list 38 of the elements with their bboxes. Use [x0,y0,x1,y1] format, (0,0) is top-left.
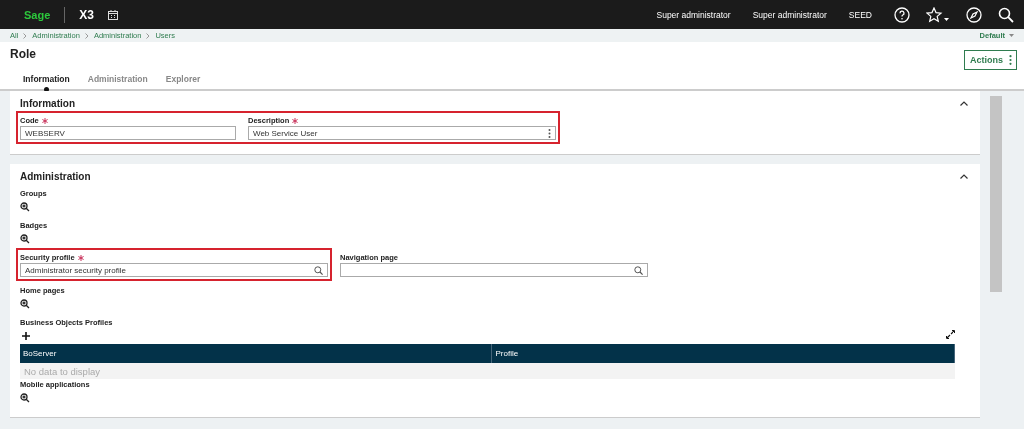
chevron-right-icon [84,32,89,39]
section-title: Administration [20,170,91,182]
input-field[interactable]: WEBSERV [20,126,236,140]
more-options-icon[interactable] [548,128,551,138]
chevron-right-icon [23,32,28,39]
calendar-icon[interactable] [108,9,118,20]
expand-icon[interactable] [946,330,955,339]
scrollbar-thumb[interactable] [990,96,1002,292]
chevron-up-icon[interactable] [960,100,968,106]
tab[interactable]: Explorer [156,71,210,92]
zoom-in-icon[interactable] [20,393,30,403]
input-field[interactable]: Web Service User [248,126,556,140]
product-name: X3 [79,7,94,22]
compass-icon[interactable] [966,6,982,23]
input-field[interactable] [340,263,648,277]
section-title: Information [20,97,75,109]
header-item[interactable]: Super administrator [752,9,827,20]
zoom-in-icon[interactable] [20,299,30,309]
zoom-in-icon[interactable] [20,234,30,244]
zoom-in-icon[interactable] [20,202,30,212]
add-icon[interactable] [22,332,30,340]
caret-icon[interactable] [1009,33,1014,38]
more-options-icon[interactable] [1009,55,1012,65]
chevron-right-icon [146,32,151,39]
star-icon[interactable] [926,6,950,23]
header-item[interactable]: SEED [848,9,872,20]
input-field[interactable]: Administrator security profile [20,263,328,277]
help-icon[interactable] [894,6,910,23]
tab[interactable]: Administration [78,71,157,92]
chevron-up-icon[interactable] [960,173,968,179]
empty-message: No data to display [20,363,955,379]
search-icon[interactable] [634,265,643,275]
search-icon[interactable] [998,6,1014,23]
search-icon[interactable] [314,265,323,275]
page-title: Role [10,47,36,61]
header-item[interactable]: Super administrator [656,9,731,20]
actions-button[interactable]: Actions [964,50,1017,70]
logo[interactable]: Sage [24,8,51,21]
